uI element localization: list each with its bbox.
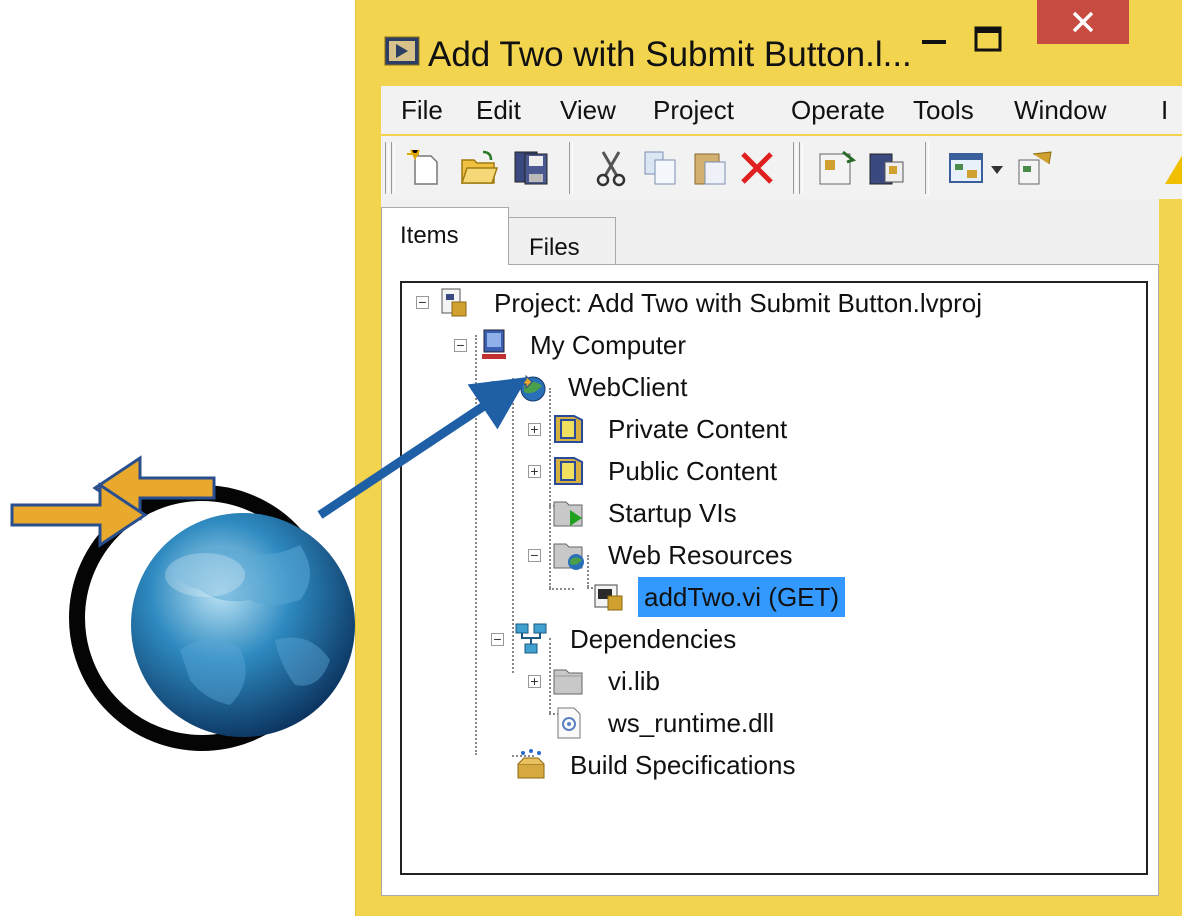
tree-label-startup-vis: Startup VIs [608, 498, 737, 528]
warning-icon[interactable] [1161, 148, 1182, 188]
tree-label-my-computer: My Computer [530, 330, 687, 360]
tree-label-dependencies: Dependencies [570, 624, 737, 654]
expand-icon[interactable]: + [528, 422, 541, 436]
menu-window[interactable]: Window [1014, 95, 1106, 126]
toolbar-separator [925, 142, 929, 194]
tree-item-private-content[interactable]: + Private Content [402, 409, 902, 449]
tree-item-web-resources[interactable]: − Web Resources [402, 535, 902, 575]
new-file-icon[interactable] [405, 148, 445, 188]
content-folder-icon [554, 457, 583, 485]
project-icon [441, 288, 467, 317]
menu-project[interactable]: Project [653, 95, 734, 126]
view-icon[interactable] [947, 148, 987, 188]
collapse-icon[interactable]: − [454, 338, 467, 352]
folder-icon [553, 669, 583, 695]
collapse-icon[interactable]: − [491, 632, 504, 646]
deploy-icon[interactable] [867, 148, 907, 188]
startup-folder-icon [553, 501, 583, 527]
tree-label-web-resources: Web Resources [608, 540, 793, 570]
menu-edit[interactable]: Edit [476, 95, 521, 126]
dependencies-icon [515, 623, 547, 654]
tree-item-public-content[interactable]: + Public Content [402, 451, 902, 491]
vi-icon [594, 584, 623, 611]
collapse-icon[interactable]: − [416, 295, 429, 309]
toolbar-separator [385, 142, 389, 194]
tree-label-webclient: WebClient [568, 372, 688, 402]
minimize-icon[interactable] [914, 22, 954, 62]
menu-tools[interactable]: Tools [913, 95, 974, 126]
project-explorer-window: Add Two with Submit Button.l... File Edi… [355, 0, 1182, 916]
paste-icon[interactable] [691, 148, 731, 188]
project-icon[interactable] [1013, 148, 1053, 188]
toolbar-separator [793, 142, 797, 194]
tree-item-startup-vis[interactable]: Startup VIs [402, 493, 802, 533]
tree-label-build-specs: Build Specifications [570, 750, 796, 780]
tree-label-vilib: vi.lib [608, 666, 661, 696]
tree-item-dependencies[interactable]: − Dependencies [402, 619, 802, 659]
toolbar [381, 136, 1182, 199]
project-tree[interactable]: − Project: Add Two with Submit Button.lv… [400, 281, 1148, 875]
toolbar-separator [569, 142, 573, 194]
app-icon [384, 36, 420, 66]
collapse-icon[interactable]: − [528, 548, 541, 562]
save-all-icon[interactable] [511, 148, 551, 188]
tree-item-build-specs[interactable]: Build Specifications [402, 745, 902, 785]
build-icon[interactable] [817, 148, 857, 188]
tab-files[interactable]: Files [509, 217, 616, 265]
tree-item-addtwo[interactable]: addTwo.vi (GET) [402, 577, 902, 617]
delete-icon[interactable] [737, 148, 777, 188]
menu-view[interactable]: View [560, 95, 616, 126]
web-service-icon [515, 374, 546, 402]
globe-icon [69, 485, 355, 751]
tree-item-project[interactable]: − Project: Add Two with Submit Button.lv… [402, 283, 1102, 323]
project-content: Items Files − Project: Add Two with Subm… [381, 199, 1159, 896]
computer-icon [482, 329, 506, 359]
tree-item-my-computer[interactable]: − My Computer [402, 325, 802, 365]
collapse-icon[interactable]: − [491, 380, 504, 394]
expand-icon[interactable]: + [528, 674, 541, 688]
tree-label-addtwo: addTwo.vi (GET) [638, 577, 846, 617]
menu-file[interactable]: File [401, 95, 443, 126]
tree-item-ws-runtime[interactable]: ws_runtime.dll [402, 703, 802, 743]
cut-icon[interactable] [591, 148, 631, 188]
tree-label-project: Project: Add Two with Submit Button.lvpr… [494, 288, 982, 318]
tab-panel: − Project: Add Two with Submit Button.lv… [381, 264, 1159, 896]
toolbar-separator [391, 142, 395, 194]
open-folder-icon[interactable] [459, 148, 499, 188]
toolbar-separator [799, 142, 803, 194]
copy-icon[interactable] [641, 148, 681, 188]
dll-file-icon [557, 707, 581, 739]
menu-bar: File Edit View Project Operate Tools Win… [381, 86, 1182, 134]
web-resources-folder-icon [553, 543, 584, 570]
tree-label-ws-runtime: ws_runtime.dll [608, 708, 775, 738]
tree-label-private-content: Private Content [608, 414, 788, 444]
exchange-arrows-icon [10, 455, 216, 548]
maximize-icon[interactable] [966, 22, 1012, 62]
tree-label-public-content: Public Content [608, 456, 778, 486]
dropdown-icon[interactable] [987, 148, 1007, 188]
close-icon [1072, 11, 1094, 33]
tree-item-vilib[interactable]: + vi.lib [402, 661, 802, 701]
menu-help-cut[interactable]: I [1161, 95, 1168, 126]
close-button[interactable] [1037, 0, 1129, 44]
expand-icon[interactable]: + [528, 464, 541, 478]
title-bar[interactable]: Add Two with Submit Button.l... [356, 0, 1182, 84]
window-title: Add Two with Submit Button.l... [428, 35, 912, 74]
content-folder-icon [554, 415, 583, 443]
menu-operate[interactable]: Operate [791, 95, 885, 126]
tree-item-webclient[interactable]: − WebClient [402, 367, 802, 407]
tab-items[interactable]: Items [381, 207, 509, 265]
build-specifications-icon [517, 749, 545, 779]
